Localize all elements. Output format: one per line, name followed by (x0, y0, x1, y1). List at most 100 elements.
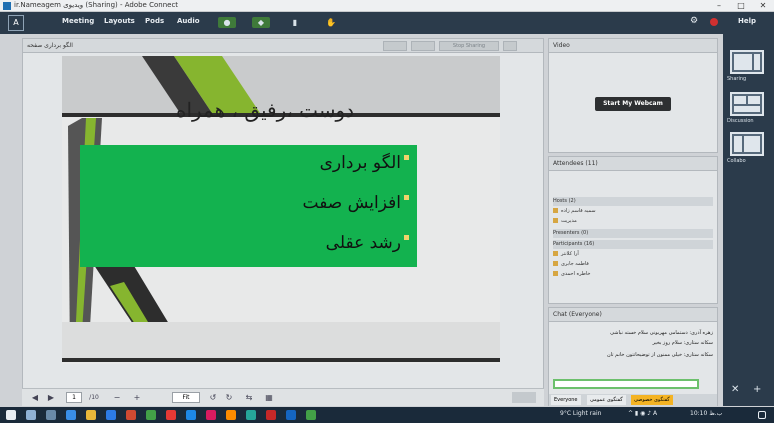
attendee-row[interactable]: فاطمه جابری (553, 260, 713, 269)
app-acrobat-icon[interactable] (266, 410, 276, 420)
windows-start-icon[interactable] (6, 410, 16, 420)
bullet-icon (404, 235, 409, 240)
close-button[interactable]: ✕ (752, 0, 774, 12)
fullscreen-button[interactable] (383, 41, 407, 51)
chat-message: زهره آذری: دستمامی مهربونی سلام خسته نبا… (610, 330, 713, 336)
layout-sharing-thumb[interactable] (730, 50, 764, 74)
slide-bullet: افزایش صفت (303, 193, 409, 213)
window-titlebar: ir.Nameagem ویدیوی (Sharing) - Adobe Con… (0, 0, 774, 12)
attendee-section: Presenters (0) (553, 229, 713, 238)
app-media-icon[interactable] (206, 410, 216, 420)
add-layout-icon[interactable]: + (753, 384, 761, 395)
gear-icon[interactable]: ⚙ (690, 16, 698, 26)
tab-everyone[interactable]: Everyone (551, 395, 581, 405)
rotate-right-icon[interactable]: ↻ (224, 392, 234, 403)
app-files-icon[interactable] (226, 410, 236, 420)
share-toolbar: ◀ ▶ 1 /10 − + Fit ↺ ↻ ⇆ ▦ (22, 388, 544, 406)
app-whatsapp-icon[interactable] (306, 410, 316, 420)
attendee-row[interactable]: سمیه قاسم زاده (553, 207, 713, 216)
app-edge-icon[interactable] (66, 410, 76, 420)
menu-help[interactable]: Help (738, 17, 756, 25)
attendee-section: Participants (16) (553, 240, 713, 249)
raise-hand-icon[interactable]: ✋ (322, 17, 340, 28)
app-word-icon[interactable] (106, 410, 116, 420)
menu-audio[interactable]: Audio (177, 17, 200, 25)
zoom-in-icon[interactable]: + (132, 392, 142, 403)
chat-pod: Chat (Everyone) زهره آذری: دستمامی مهربو… (548, 307, 718, 406)
menu-meeting[interactable]: Meeting (62, 17, 94, 25)
app-excel-icon[interactable] (146, 410, 156, 420)
tray-icons[interactable]: ^ ▮ ◉ ♪ A (628, 410, 657, 417)
attendee-section: Hosts (2) (553, 197, 713, 206)
page-number-input[interactable]: 1 (66, 392, 82, 403)
next-page-icon[interactable]: ▶ (46, 392, 56, 403)
app-icon (3, 2, 11, 10)
record-indicator-icon[interactable] (710, 18, 718, 26)
app-chrome-icon[interactable] (166, 410, 176, 420)
maximize-button[interactable]: □ (730, 0, 752, 12)
user-icon (553, 208, 558, 213)
attendee-row[interactable]: مدیریت (553, 217, 713, 226)
bullet-icon (404, 195, 409, 200)
menu-pods[interactable]: Pods (145, 17, 164, 25)
rotate-left-icon[interactable]: ↺ (208, 392, 218, 403)
grid-icon[interactable]: ▦ (264, 392, 274, 403)
tab-public-chat[interactable]: گفتگوی عمومی (587, 395, 626, 405)
bullet-icon (404, 155, 409, 160)
adobe-connect-logo: A (8, 15, 24, 31)
zoom-out-icon[interactable]: − (112, 392, 122, 403)
windows-taskbar: 9°C Light rain ^ ▮ ◉ ♪ A 10:10 ب.ظ (0, 407, 774, 423)
webcam-icon[interactable]: ▮ (286, 17, 304, 28)
slide-title: دوست ،رفیق ، همراه (175, 98, 355, 122)
notifications-icon[interactable] (758, 411, 766, 419)
layout-discussion-thumb[interactable] (730, 92, 764, 116)
share-options-button[interactable] (512, 392, 536, 403)
sync-icon[interactable]: ⇆ (244, 392, 254, 403)
zoom-select[interactable]: Fit (172, 392, 200, 403)
start-webcam-button[interactable]: Start My Webcam (595, 97, 671, 111)
attendee-row[interactable]: آرا کلانتر (553, 250, 713, 259)
stop-sharing-button[interactable]: Stop Sharing (439, 41, 499, 51)
chat-pod-header: Chat (Everyone) (549, 308, 717, 322)
slide-bullet: الگو برداری (320, 153, 409, 173)
collapse-rail-icon[interactable]: ✕ (731, 384, 739, 395)
app-adobe-connect-icon[interactable] (286, 410, 296, 420)
pod-menu-icon[interactable] (503, 41, 517, 51)
attendee-pod-title: Attendees (11) (553, 160, 598, 167)
layouts-rail: Sharing Discussion Collabo ✕ + (723, 34, 774, 406)
menu-bar: A Meeting Layouts Pods Audio ● ◆ ▮ ✋ ⚙ H… (0, 12, 774, 34)
layout-discussion-label: Discussion (727, 118, 754, 124)
layout-collaboration-label: Collabo (727, 158, 746, 164)
layout-collaboration-thumb[interactable] (730, 132, 764, 156)
slide-bullet: رشد عقلی (326, 233, 409, 253)
minimize-button[interactable]: – (708, 0, 730, 12)
chat-message: سکانه ستاری: سلام روز بخیر (652, 340, 713, 346)
app-notes-icon[interactable] (246, 410, 256, 420)
user-icon (553, 271, 558, 276)
clock[interactable]: 10:10 ب.ظ (690, 410, 722, 417)
weather-status[interactable]: 9°C Light rain (560, 410, 601, 417)
menu-layouts[interactable]: Layouts (104, 17, 135, 25)
app-telegram-icon[interactable] (186, 410, 196, 420)
layout-sharing-label: Sharing (727, 76, 747, 82)
app-explorer-icon[interactable] (86, 410, 96, 420)
video-pod-header: Video (549, 39, 717, 53)
app-window: ir.Nameagem ویدیوی (Sharing) - Adobe Con… (0, 0, 774, 423)
task-view-icon[interactable] (46, 410, 56, 420)
slide-content-box: الگو برداری افزایش صفت رشد عقلی (80, 145, 417, 267)
video-pod: Video Start My Webcam (548, 38, 718, 153)
app-powerpoint-icon[interactable] (126, 410, 136, 420)
attendee-pod: Attendees (11) Hosts (2) سمیه قاسم زاده … (548, 156, 718, 304)
microphone-icon[interactable]: ● (218, 17, 236, 28)
speaker-icon[interactable]: ◆ (252, 17, 270, 28)
draw-button[interactable] (411, 41, 435, 51)
page-total: /10 (89, 394, 99, 401)
chat-input[interactable] (553, 379, 699, 389)
tab-private-chat[interactable]: گفتگوی خصوصی (631, 395, 673, 405)
slide-bottom-bar (62, 358, 500, 362)
prev-page-icon[interactable]: ◀ (30, 392, 40, 403)
video-pod-title: Video (553, 42, 570, 49)
search-icon[interactable] (26, 410, 36, 420)
chat-pod-title: Chat (Everyone) (553, 311, 602, 318)
attendee-row[interactable]: خاطره احمدی (553, 270, 713, 279)
